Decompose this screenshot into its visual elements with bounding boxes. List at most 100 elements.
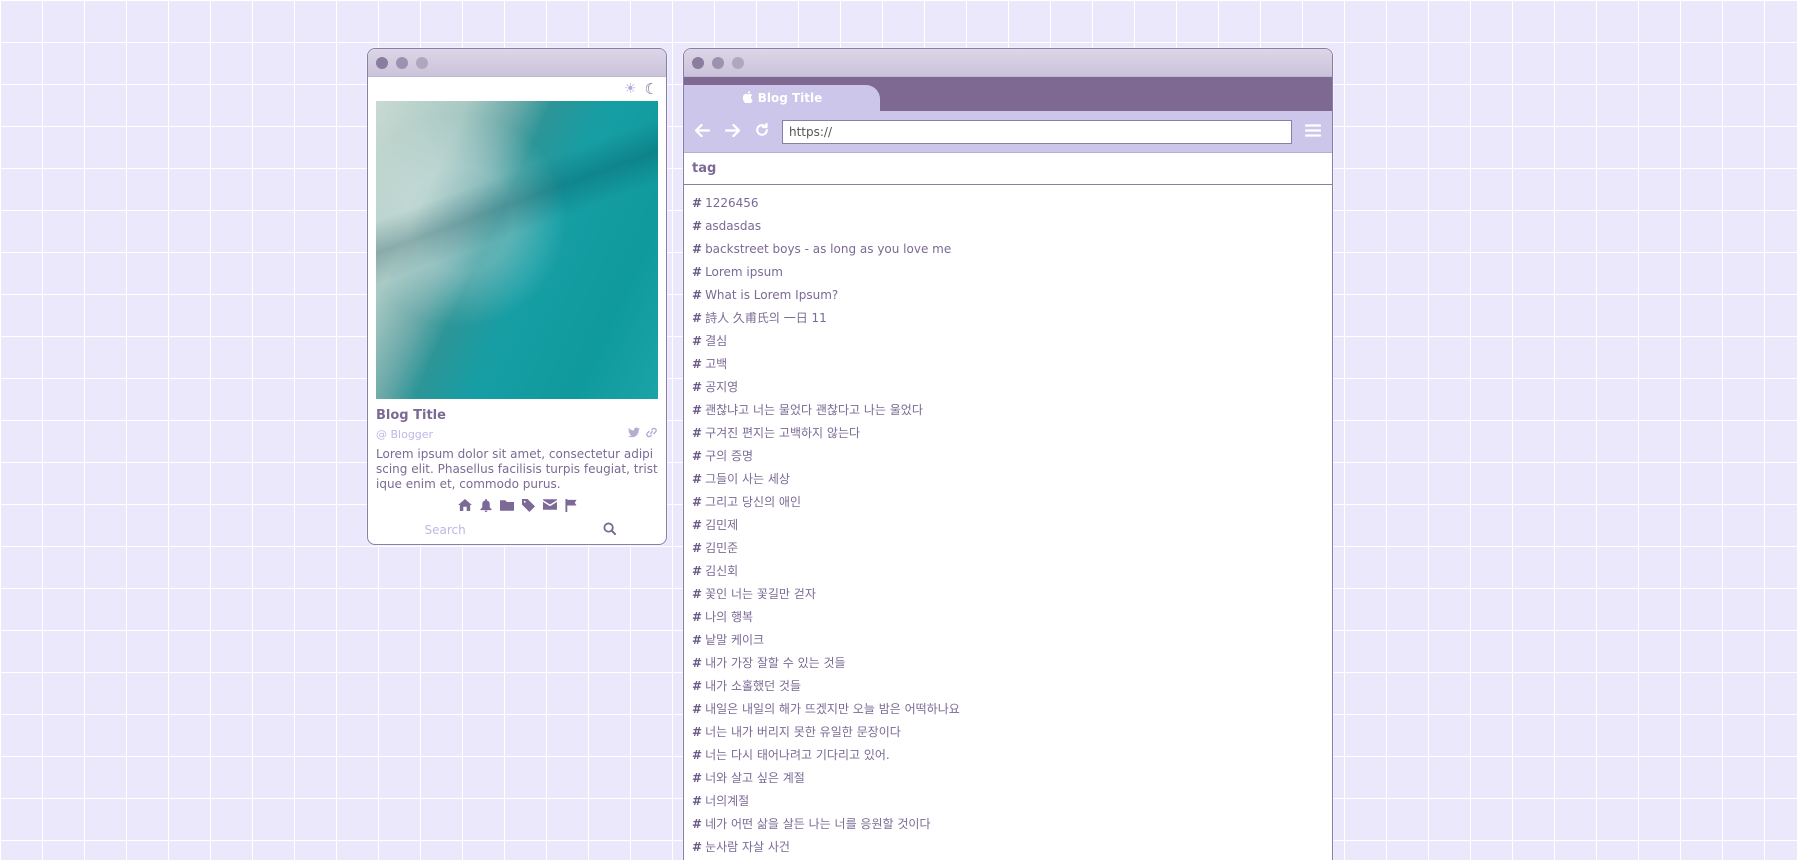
hamburger-menu-icon[interactable] [1302,121,1324,142]
theme-toggle-row: ☀ ☾ [368,77,666,101]
link-icon[interactable] [645,427,658,441]
url-bar[interactable] [782,119,1292,144]
tag-label: asdasdas [705,219,762,233]
hash-icon: # [692,495,703,509]
maximize-window-button[interactable] [732,56,744,69]
hash-icon: # [692,357,703,371]
minimize-window-button[interactable] [712,56,724,69]
tag-list-item[interactable]: # 구겨진 편지는 고백하지 않는다 [692,422,1324,445]
twitter-icon[interactable] [628,427,640,441]
tag-list-item[interactable]: # 그리고 당신의 애인 [692,491,1324,514]
reload-icon[interactable] [752,121,772,142]
tag-label: 김신회 [705,564,739,578]
tag-list-item[interactable]: # asdasdas [692,215,1324,238]
tag-label: 그들이 사는 세상 [705,472,790,486]
tag-list-item[interactable]: # 낱말 케이크 [692,629,1324,652]
tag-list-item[interactable]: # 고백 [692,353,1324,376]
hash-icon: # [692,679,703,693]
tag-label: 결심 [705,334,728,348]
tag-list-item[interactable]: # 김신회 [692,560,1324,583]
mail-icon[interactable] [542,499,557,514]
browser-window: Blog Title tag #1226456#asdasdas#backstr… [683,48,1333,860]
tag-list-item[interactable]: # 내가 소홀했던 것들 [692,675,1324,698]
hash-icon: # [692,587,703,601]
tag-list-item[interactable]: #1226456 [692,192,1324,215]
tab-label: Blog Title [757,91,823,105]
tag-list-item[interactable]: # 공지영 [692,376,1324,399]
tag-list-item[interactable]: # 결심 [692,330,1324,353]
search-row [368,520,666,540]
tag-list-item[interactable]: # 눈사람 자살 사건 [692,836,1324,859]
hash-icon: # [692,771,703,785]
bell-icon[interactable] [479,499,492,514]
tag-list-item[interactable]: # 너의계절 [692,790,1324,813]
tab-blog-title[interactable]: Blog Title [684,85,880,111]
tag-list-item[interactable]: # 내가 가장 잘할 수 있는 것들 [692,652,1324,675]
back-arrow-icon[interactable] [692,122,712,142]
tag-list: #1226456 # asdasdas # backstreet boys - as l… [684,185,1332,859]
tag-label: 눈사람 자살 사건 [705,840,790,854]
apple-icon [742,90,753,106]
tag-list-item[interactable]: # 괜찮냐고 너는 물었다 괜찮다고 나는 울었다 [692,399,1324,422]
tag-list-item[interactable]: # 김민준 [692,537,1324,560]
tag-list-item[interactable]: # backstreet boys - as long as you love m… [692,238,1324,261]
tag-list-item[interactable]: # 그들이 사는 세상 [692,468,1324,491]
tag-list-item[interactable]: # 꽃인 너는 꽃길만 걷자 [692,583,1324,606]
hash-icon: # [692,794,703,808]
tag-list-item[interactable]: # 나의 행복 [692,606,1324,629]
hash-icon: # [692,196,703,210]
tag-label: 너와 살고 싶은 계절 [705,771,805,785]
hash-icon: # [692,702,703,716]
tag-list-item[interactable]: # 너는 다시 태어나려고 기다리고 있어. [692,744,1324,767]
tag-label: 네가 어떤 삶을 살든 나는 너를 응원할 것이다 [705,817,931,831]
tag-label: 詩人 久甫氏의 一日 11 [705,311,827,325]
social-icons [628,427,658,441]
tag-list-item[interactable]: # 너는 내가 버리지 못한 유일한 문장이다 [692,721,1324,744]
home-icon[interactable] [457,499,472,514]
hash-icon: # [692,219,703,233]
tag-label: 김민준 [705,541,739,555]
tag-list-item[interactable]: # Lorem ipsum [692,261,1324,284]
hash-icon: # [692,311,703,325]
blog-meta-row: @ Blogger [376,427,658,441]
hash-icon: # [692,518,703,532]
tag-label: backstreet boys - as long as you love me [705,242,952,256]
tag-label: 구겨진 편지는 고백하지 않는다 [705,426,861,440]
hash-icon: # [692,564,703,578]
blogger-name[interactable]: @ Blogger [376,428,433,441]
folder-icon[interactable] [499,499,514,514]
tag-label: 나의 행복 [705,610,754,624]
tag-list-item[interactable]: # 네가 어떤 삶을 살든 나는 너를 응원할 것이다 [692,813,1324,836]
tag-icon[interactable] [521,499,535,514]
sun-icon[interactable]: ☀ [624,82,637,96]
hash-icon: # [692,288,703,302]
moon-icon[interactable]: ☾ [645,81,658,97]
tag-list-item[interactable]: # 너와 살고 싶은 계절 [692,767,1324,790]
close-window-button[interactable] [692,56,704,69]
tag-label: 낱말 케이크 [705,633,765,647]
hash-icon: # [692,334,703,348]
search-input[interactable] [418,520,599,540]
tag-label: 너는 내가 버리지 못한 유일한 문장이다 [705,725,901,739]
tag-list-item[interactable]: # 구의 증명 [692,445,1324,468]
blog-sidebar-window: ☀ ☾ Blog Title @ Blogger Lorem ipsum dol… [367,48,667,545]
hash-icon: # [692,265,703,279]
close-window-button[interactable] [376,56,388,69]
blog-description: Lorem ipsum dolor sit amet, consectetur … [376,447,658,491]
tag-label: Lorem ipsum [705,265,783,279]
tag-list-item[interactable]: # 詩人 久甫氏의 一日 11 [692,307,1324,330]
blog-title: Blog Title [376,408,446,423]
tag-list-item[interactable]: # What is Lorem Ipsum? [692,284,1324,307]
tag-label: 김민제 [705,518,739,532]
hash-icon: # [692,472,703,486]
tag-label: 내일은 내일의 해가 뜨겠지만 오늘 밤은 어떡하나요 [705,702,960,716]
forward-arrow-icon[interactable] [722,122,742,142]
minimize-window-button[interactable] [396,56,408,69]
flag-icon[interactable] [564,499,577,514]
tag-label: 내가 가장 잘할 수 있는 것들 [705,656,846,670]
tag-label: 내가 소홀했던 것들 [705,679,802,693]
tag-list-item[interactable]: # 김민제 [692,514,1324,537]
maximize-window-button[interactable] [416,56,428,69]
search-icon[interactable] [602,521,616,539]
tag-list-item[interactable]: # 내일은 내일의 해가 뜨겠지만 오늘 밤은 어떡하나요 [692,698,1324,721]
